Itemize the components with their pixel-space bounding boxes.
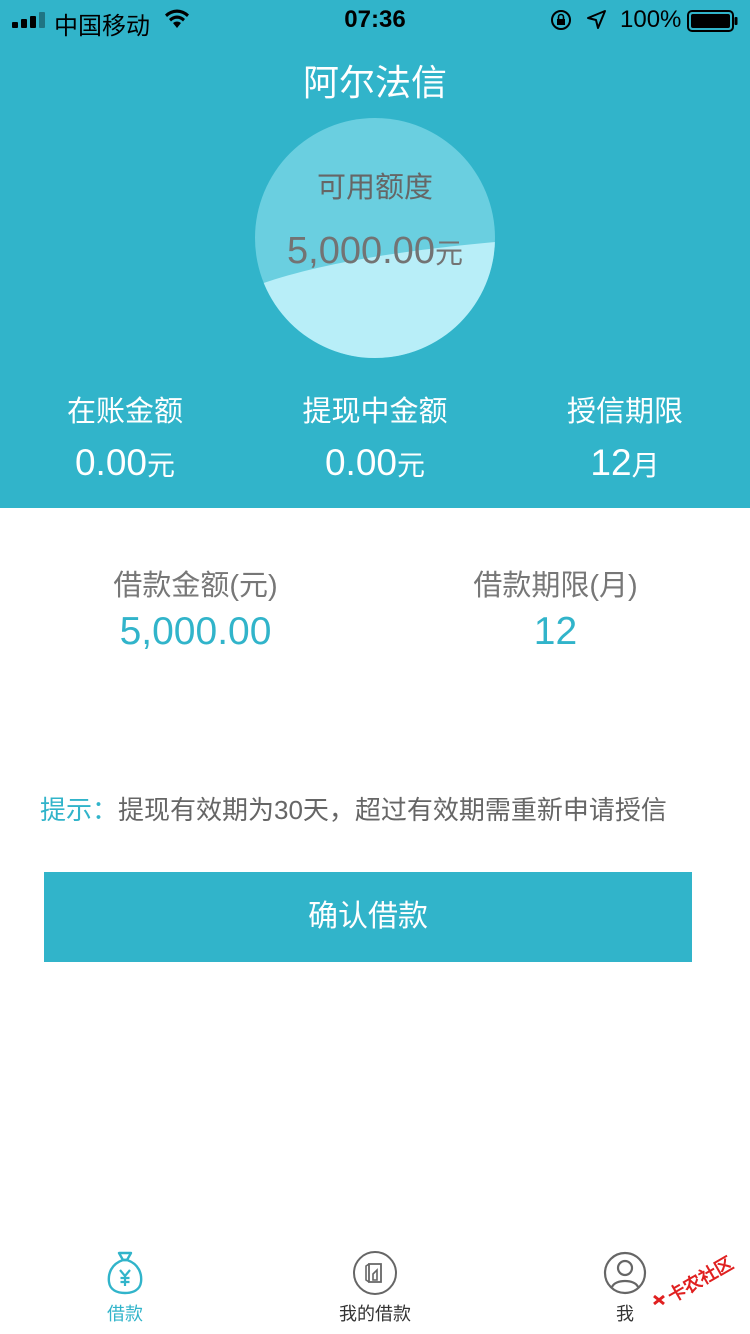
- location-arrow-icon: [587, 10, 606, 29]
- battery-percentage: 100%: [620, 6, 682, 33]
- stat-unit: 月: [631, 450, 660, 481]
- watermark-logo: 卡农社区: [653, 1252, 737, 1307]
- tab-label: 借款: [107, 1304, 143, 1324]
- svg-text:卡农社区: 卡农社区: [664, 1252, 737, 1307]
- tip-label: 提示：: [40, 795, 119, 825]
- stat-label: 提现中金额: [302, 396, 448, 428]
- header-panel: 中国移动 07:36 100% 阿尔法信 可用额度 5,000.00元 在账金额…: [0, 0, 750, 508]
- stat-value: 12月: [500, 442, 750, 484]
- stat-label: 授信期限: [566, 396, 683, 428]
- stat-withdrawing: 提现中金额 0.00元: [250, 392, 500, 484]
- rotation-lock-icon: [551, 10, 571, 30]
- stat-label: 在账金额: [66, 396, 183, 428]
- loan-term-label: 借款期限(月): [473, 570, 638, 602]
- loan-amount-value[interactable]: 5,000.00: [8, 610, 383, 654]
- confirm-loan-button[interactable]: 确认借款: [44, 872, 692, 962]
- tip-text: 提现有效期为30天，超过有效期需重新申请授信: [118, 795, 667, 825]
- credit-amount-unit: 元: [434, 238, 463, 269]
- credit-amount: 5,000.00元: [255, 230, 495, 273]
- stat-number: 0.00: [324, 442, 397, 483]
- stat-balance: 在账金额 0.00元: [0, 392, 250, 484]
- stat-unit: 元: [397, 450, 426, 481]
- stat-value: 0.00元: [250, 442, 500, 484]
- status-bar: 中国移动 07:36 100%: [0, 0, 750, 40]
- tip-message: 提示：提现有效期为30天，超过有效期需重新申请授信: [40, 790, 667, 827]
- user-icon: [603, 1251, 647, 1295]
- battery-icon: [687, 10, 738, 32]
- money-bag-icon: [107, 1251, 143, 1295]
- tab-loan[interactable]: 借款: [0, 1238, 250, 1334]
- page-title: 阿尔法信: [302, 62, 447, 103]
- stat-credit-term: 授信期限 12月: [500, 392, 750, 484]
- stat-unit: 元: [147, 450, 176, 481]
- tab-label: 我的借款: [339, 1304, 411, 1324]
- stat-number: 12: [590, 442, 632, 483]
- stat-value: 0.00元: [0, 442, 250, 484]
- tab-my-loans[interactable]: 我的借款: [250, 1238, 500, 1334]
- credit-label: 可用额度: [316, 172, 433, 204]
- stat-number: 0.00: [74, 442, 147, 483]
- loan-amount-label: 借款金额(元): [113, 570, 278, 602]
- loan-term-value[interactable]: 12: [368, 610, 743, 654]
- tab-bar: 借款 我的借款 我: [0, 1238, 750, 1334]
- credit-amount-value: 5,000.00: [287, 230, 435, 272]
- document-icon: [353, 1251, 397, 1295]
